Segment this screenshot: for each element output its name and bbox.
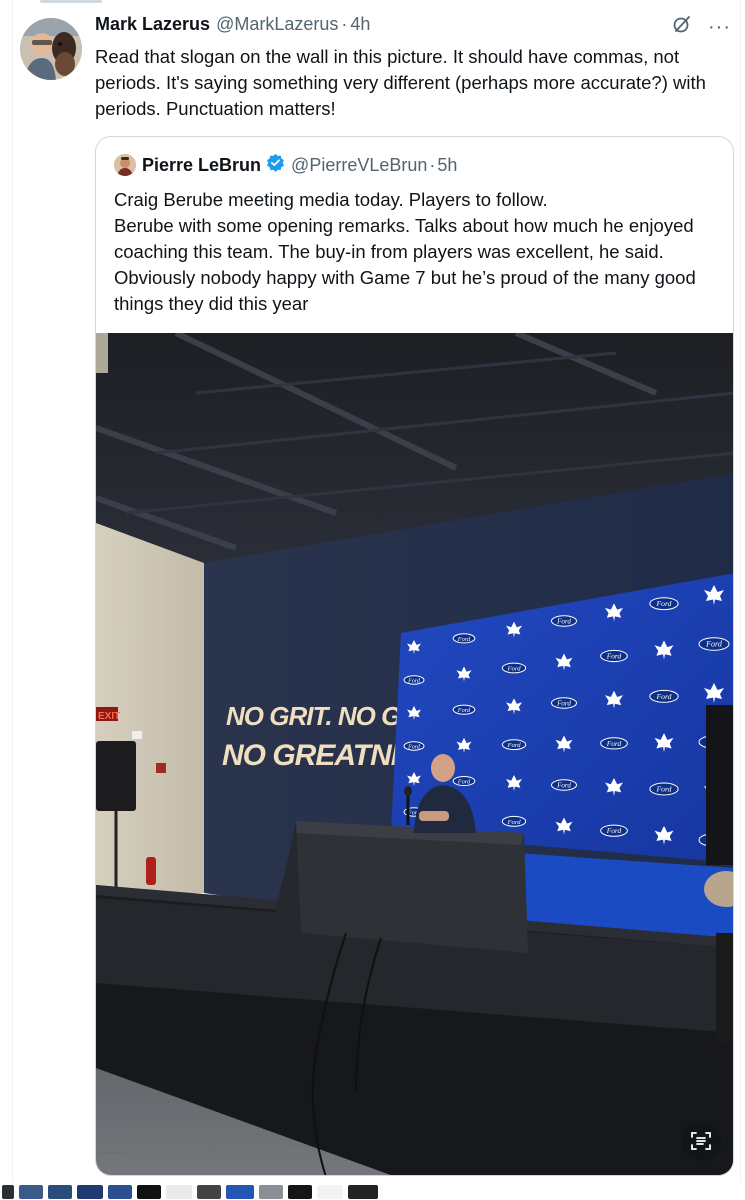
sponsor-logo-text: Ford — [655, 785, 671, 794]
sponsor-logo-text: Ford — [606, 826, 622, 835]
sponsor-logo-text: Ford — [705, 640, 723, 649]
sponsor-logo-text: Ford — [655, 599, 671, 608]
avatar[interactable] — [20, 18, 82, 80]
sponsor-logo-text: Ford — [506, 742, 521, 749]
separator-dot: · — [341, 14, 348, 34]
tweet-header: Mark Lazerus @MarkLazerus · 4h — [95, 14, 370, 40]
image-description-button[interactable] — [681, 1121, 721, 1161]
taskbar-thumbnail[interactable] — [48, 1185, 72, 1199]
sponsor-logo-text: Ford — [606, 739, 622, 748]
taskbar-thumbnail[interactable] — [348, 1185, 378, 1199]
taskbar-thumbnail[interactable] — [226, 1185, 254, 1199]
verified-badge-icon — [261, 153, 291, 177]
sponsor-logo-text: Ford — [407, 679, 421, 685]
taskbar-thumbnail[interactable] — [19, 1185, 43, 1199]
taskbar-thumbnail[interactable] — [259, 1185, 283, 1199]
taskbar-thumbnail[interactable] — [108, 1185, 132, 1199]
taskbar-thumbnails — [0, 1184, 745, 1200]
sponsor-logo-text: Ford — [556, 782, 571, 790]
tweet-actions-top: ··· — [672, 14, 731, 39]
quoted-tweet-text: Craig Berube meeting media today. Player… — [114, 189, 696, 314]
attached-photo[interactable]: EXIT NO GRIT. NO GRIND. NO GREATNESS. Fo… — [96, 333, 733, 1175]
grok-icon[interactable] — [672, 14, 692, 39]
author-handle[interactable]: @MarkLazerus — [216, 14, 338, 35]
taskbar-thumbnail[interactable] — [317, 1185, 343, 1199]
sponsor-logo-text: Ford — [556, 618, 571, 626]
taskbar-thumbnail[interactable] — [77, 1185, 103, 1199]
quoted-tweet-header: Pierre LeBrun @PierreVLeBrun · 5h — [114, 153, 457, 177]
tweet-text: Read that slogan on the wall in this pic… — [95, 46, 706, 119]
quoted-tweet[interactable]: Pierre LeBrun @PierreVLeBrun · 5h Craig … — [95, 136, 734, 1176]
taskbar-thumbnail[interactable] — [137, 1185, 161, 1199]
quoted-author-handle: @PierreVLeBrun — [291, 154, 428, 175]
separator-dot: · — [429, 154, 436, 175]
image-description-icon — [691, 1132, 711, 1150]
taskbar-thumbnail[interactable] — [288, 1185, 312, 1199]
more-icon[interactable]: ··· — [708, 17, 731, 37]
sponsor-logo-text: Ford — [606, 652, 622, 661]
tweet-timestamp[interactable]: 4h — [350, 14, 370, 35]
sponsor-logo-text: Ford — [407, 745, 421, 751]
sponsor-logo-text: Ford — [556, 700, 571, 708]
quoted-author-name: Pierre LeBrun — [142, 154, 262, 175]
exit-sign: EXIT — [98, 711, 120, 722]
sponsor-logo-text: Ford — [506, 666, 521, 673]
author-name[interactable]: Mark Lazerus — [95, 14, 210, 35]
quoted-tweet-timestamp: 5h — [437, 154, 458, 175]
sponsor-logo-text: Ford — [655, 692, 671, 701]
sponsor-logo-text: Ford — [506, 819, 521, 826]
sponsor-logo-text: Ford — [457, 779, 471, 786]
sponsor-logo-text: Ford — [457, 636, 471, 643]
taskbar-thumbnail[interactable] — [166, 1185, 192, 1199]
taskbar-thumbnail[interactable] — [2, 1185, 14, 1199]
taskbar-thumbnail[interactable] — [197, 1185, 221, 1199]
sponsor-logo-text: Ford — [457, 707, 471, 714]
quoted-author-avatar — [114, 154, 136, 176]
